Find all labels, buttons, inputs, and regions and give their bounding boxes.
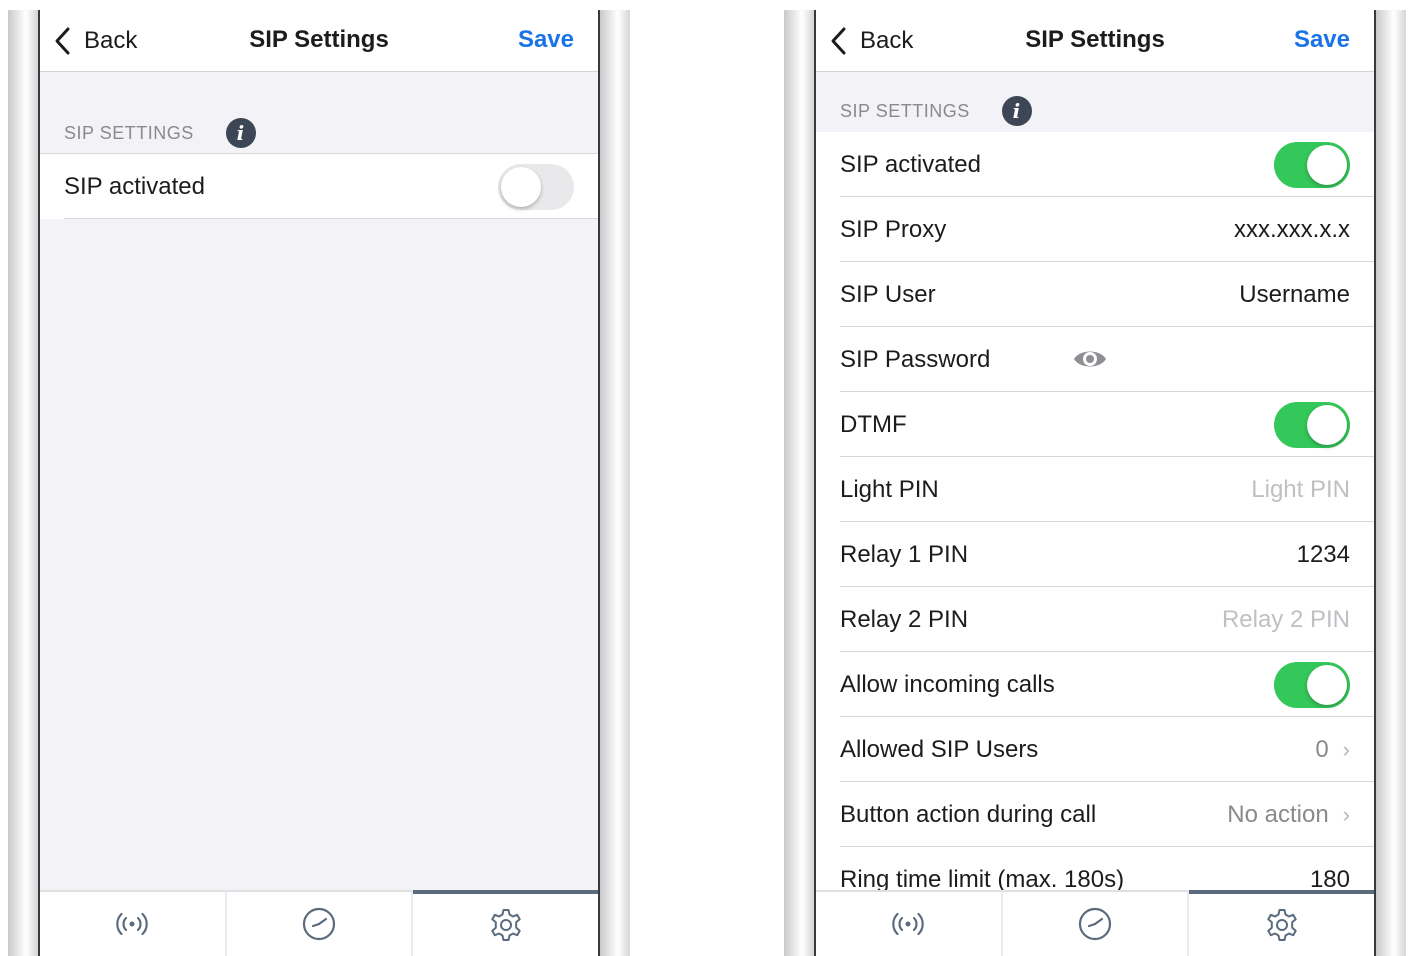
sip-activated-toggle[interactable] [1274,141,1350,188]
nav-bar: Back SIP Settings Save [816,10,1374,72]
row-sip-proxy[interactable]: SIP Proxy xxx.xxx.x.x [816,197,1374,262]
chevron-left-icon [831,27,846,55]
tab-history[interactable] [1002,890,1190,956]
row-label: Allow incoming calls [840,670,1055,698]
save-button[interactable]: Save [518,10,574,72]
phone-bezel-right [1374,10,1406,956]
tab-live[interactable] [816,890,1003,956]
broadcast-icon [116,912,149,936]
sip-activated-toggle[interactable] [498,163,574,210]
section-header: SIP SETTINGS i [64,118,256,148]
row-button-action-during-call[interactable]: Button action during call No action › [816,782,1374,847]
row-label: SIP activated [840,150,981,178]
gear-icon [1266,909,1297,941]
broadcast-icon [892,912,925,936]
info-icon[interactable]: i [1001,96,1032,126]
dtmf-toggle[interactable] [1274,401,1350,448]
row-label: Relay 1 PIN [840,540,969,568]
chevron-right-icon: › [1342,801,1350,827]
relay-2-pin-input[interactable]: Relay 2 PIN [1222,606,1350,634]
row-label: Allowed SIP Users [840,735,1039,763]
tab-live[interactable] [40,890,227,956]
row-sip-password[interactable]: SIP Password [816,327,1374,392]
row-relay-2-pin[interactable]: Relay 2 PIN Relay 2 PIN [816,587,1374,652]
tab-bar [816,890,1374,956]
phone-right: Back SIP Settings Save SIP SETTINGS i SI… [784,0,1406,956]
row-label: SIP activated [64,172,205,200]
row-relay-1-pin[interactable]: Relay 1 PIN 1234 [816,522,1374,587]
settings-list: SIP activated [40,153,598,219]
light-pin-input[interactable]: Light PIN [1251,476,1350,504]
row-label: Light PIN [840,475,939,503]
row-allowed-sip-users[interactable]: Allowed SIP Users 0 › [816,717,1374,782]
eye-icon[interactable] [1072,344,1108,374]
row-label: Relay 2 PIN [840,605,969,633]
back-label: Back [84,27,138,54]
row-label: SIP User [840,280,936,308]
nav-bar: Back SIP Settings Save [40,10,598,72]
allowed-sip-users-count: 0 [1315,735,1329,763]
info-icon[interactable]: i [225,118,256,148]
row-label: Button action during call [840,800,1097,828]
allow-incoming-calls-toggle[interactable] [1274,661,1350,708]
row-sip-user[interactable]: SIP User Username [816,262,1374,327]
back-button[interactable]: Back [52,10,137,72]
row-label: DTMF [840,410,907,438]
section-header-label: SIP SETTINGS [840,100,970,121]
phone-bezel-left [8,10,40,956]
tab-bar [40,890,598,956]
settings-list: SIP activated SIP Proxy xxx.xxx.x.x SIP … [816,132,1374,912]
row-label: SIP Proxy [840,215,947,243]
phone-bezel-left [784,10,816,956]
section-header: SIP SETTINGS i [840,96,1032,126]
back-label: Back [860,27,914,54]
screen-sip-enabled: Back SIP Settings Save SIP SETTINGS i SI… [816,10,1374,956]
sip-proxy-input[interactable]: xxx.xxx.x.x [1234,216,1350,244]
phone-bezel-right [598,10,630,956]
relay-1-pin-input[interactable]: 1234 [1297,541,1350,569]
clock-icon [302,907,336,941]
chevron-left-icon [55,27,70,55]
tab-settings[interactable] [1189,890,1374,956]
row-sip-activated: SIP activated [40,154,598,219]
gear-icon [490,909,521,941]
screen-sip-disabled: Back SIP Settings Save SIP SETTINGS i SI… [40,10,598,956]
row-sip-activated: SIP activated [816,132,1374,197]
row-light-pin[interactable]: Light PIN Light PIN [816,457,1374,522]
phone-left: Back SIP Settings Save SIP SETTINGS i SI… [8,0,630,956]
tab-history[interactable] [226,890,414,956]
tab-settings[interactable] [413,890,598,956]
clock-icon [1078,907,1112,941]
row-allow-incoming-calls: Allow incoming calls [816,652,1374,717]
section-header-label: SIP SETTINGS [64,122,194,143]
button-action-value: No action [1227,800,1329,828]
save-button[interactable]: Save [1294,10,1350,72]
sip-user-input[interactable]: Username [1239,281,1350,309]
chevron-right-icon: › [1342,736,1350,762]
back-button[interactable]: Back [828,10,913,72]
row-dtmf: DTMF [816,392,1374,457]
